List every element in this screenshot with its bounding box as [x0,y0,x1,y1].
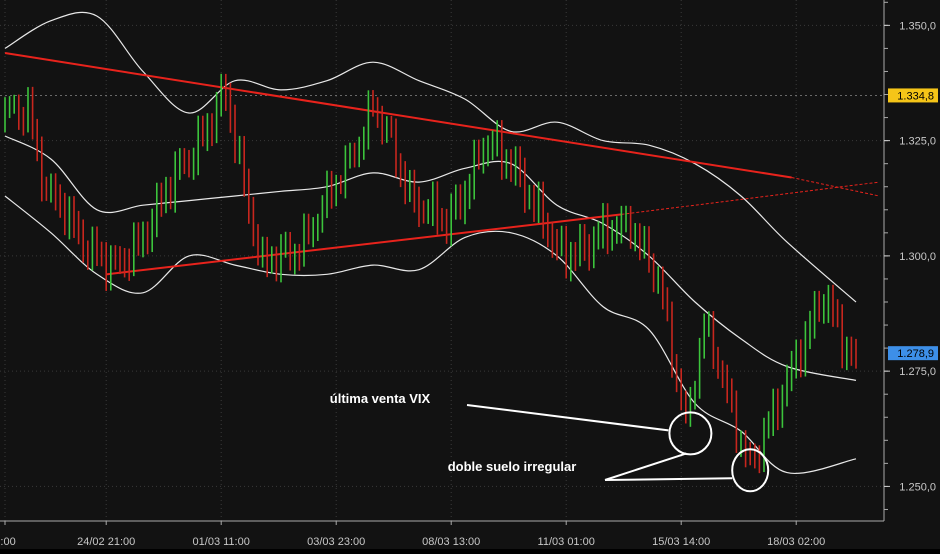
annotation-label: última venta VIX [330,391,431,406]
chart-canvas: última venta VIX doble suelo irregular 1.… [0,0,940,549]
x-tick-label: 15/03 14:00 [652,536,710,548]
price-marker-label: 1.334,8 [897,90,934,102]
annotation-label: doble suelo irregular [448,459,577,474]
x-tick-label: 01/03 11:00 [193,536,250,548]
x-tick-label: 18/03 02:00 [767,536,825,548]
x-tick-label: 24/02 21:00 [77,536,135,548]
y-tick-label: 1.250,0 [899,481,936,493]
y-tick-label: 1.300,0 [899,251,936,263]
price-marker-label: 1.278,9 [897,348,934,360]
x-tick-label: 08/03 13:00 [422,536,480,548]
chart-root: última venta VIX doble suelo irregular 1.… [0,0,940,549]
x-tick-label: 2:00 [0,536,16,548]
y-tick-label: 1.350,0 [899,20,936,32]
x-tick-label: 11/03 01:00 [538,536,595,548]
y-tick-label: 1.325,0 [899,136,936,148]
y-tick-label: 1.275,0 [899,366,936,378]
x-tick-label: 03/03 23:00 [307,536,365,548]
